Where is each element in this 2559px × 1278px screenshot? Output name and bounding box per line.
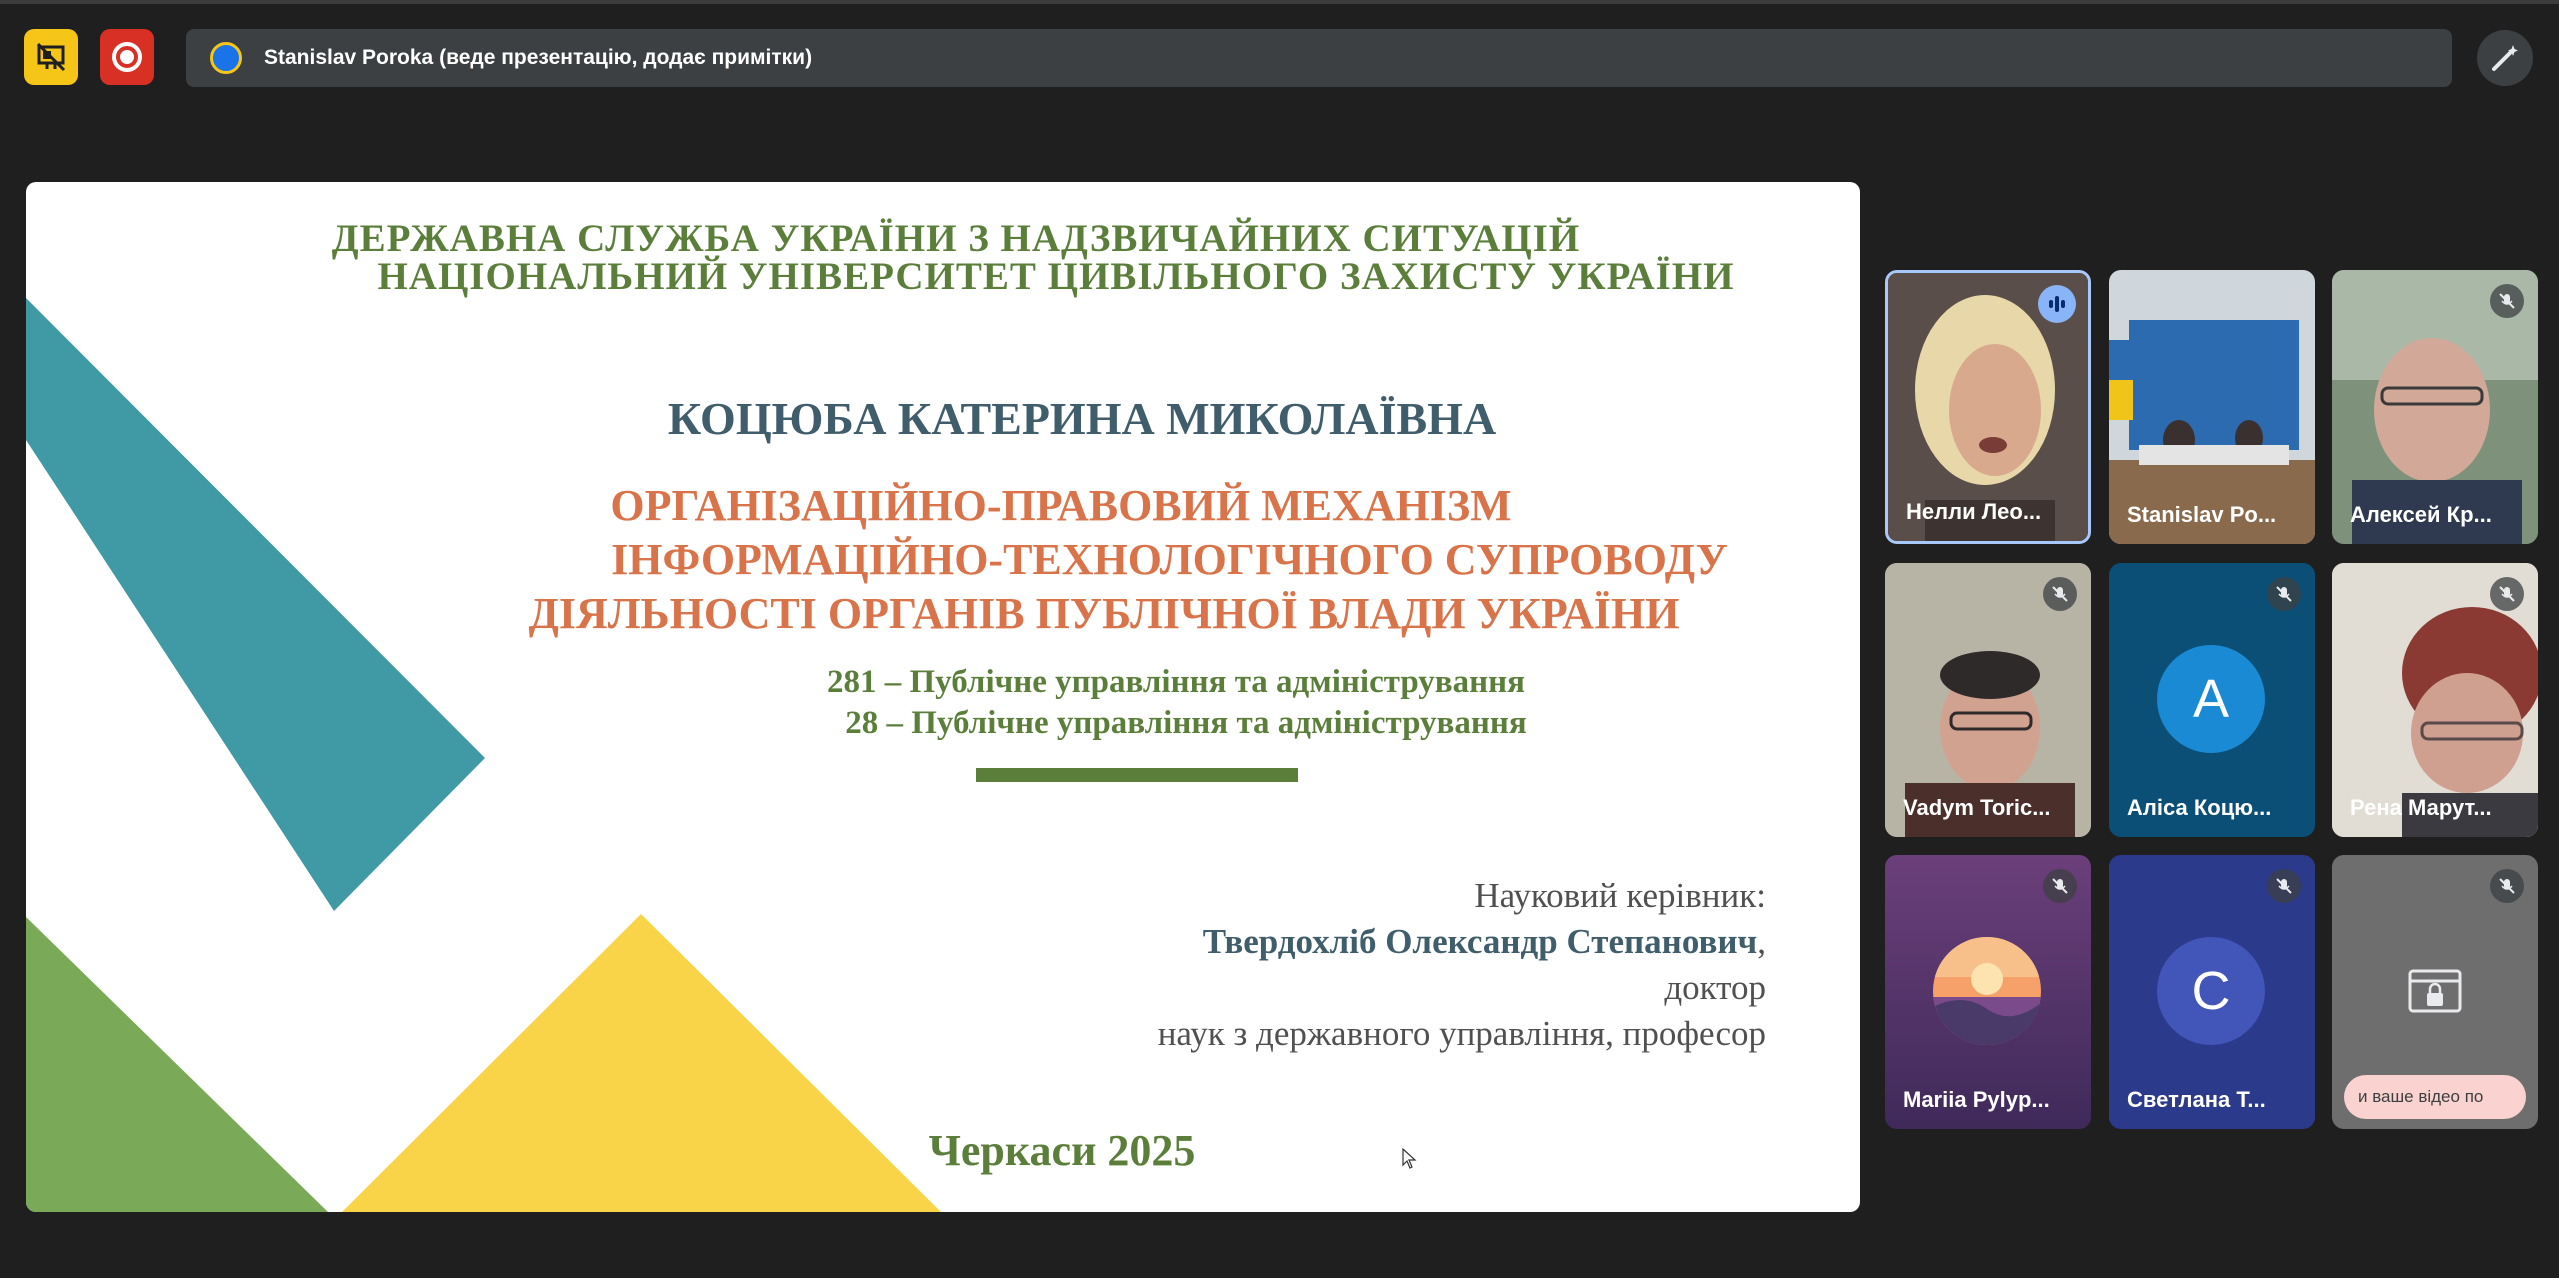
- recording-button[interactable]: [100, 29, 154, 85]
- participant-avatar-5: A: [2157, 645, 2265, 753]
- participant-avatar-8: C: [2157, 937, 2265, 1045]
- slide-divider: [976, 768, 1298, 782]
- participant-tile-2[interactable]: Stanislav Po...: [2109, 270, 2315, 544]
- supervisor-comma: ,: [1757, 922, 1766, 961]
- supervisor-name-text: Твердохліб Олександр Степанович: [1202, 922, 1758, 961]
- participant-name-5: Аліса Коцю...: [2127, 795, 2272, 820]
- slide-specialty-2: 28 – Публічне управління та адмініструва…: [845, 705, 1527, 741]
- mic-off-icon: [2267, 869, 2301, 903]
- supervisor-degree-1: доктор: [1664, 968, 1766, 1007]
- participant-name-2: Stanislav Po...: [2127, 502, 2277, 527]
- slide-specialty-1: 281 – Публічне управління та адмініструв…: [827, 664, 1525, 700]
- mic-off-icon: [2043, 577, 2077, 611]
- presenter-avatar-icon: [210, 42, 242, 74]
- annotate-button[interactable]: [2477, 30, 2533, 86]
- slide-thesis-line-2: ІНФОРМАЦІЙНО-ТЕХНОЛОГІЧНОГО СУПРОВОДУ: [611, 535, 1728, 584]
- participant-tile-8[interactable]: C Светлана Т...: [2109, 855, 2315, 1129]
- participant-name-6: Рена Марут...: [2350, 795, 2492, 820]
- participant-tile-5[interactable]: A Аліса Коцю...: [2109, 563, 2315, 837]
- participant-avatar-7: [1933, 937, 2041, 1045]
- participant-tile-self[interactable]: и ваше відео по: [2332, 855, 2538, 1129]
- camera-blocked-hint[interactable]: и ваше відео по: [2344, 1075, 2526, 1119]
- pen-sparkle-icon: [2492, 45, 2518, 71]
- mic-off-icon: [2490, 577, 2524, 611]
- supervisor-name: Твердохліб Олександр Степанович,: [1203, 922, 1766, 962]
- presenter-banner-text: Stanislav Poroka (веде презентацію, дода…: [264, 46, 813, 69]
- supervisor-label: Науковий керівник:: [1474, 876, 1766, 915]
- participant-tile-7[interactable]: Mariia Pylyp...: [1885, 855, 2091, 1129]
- participant-tile-6[interactable]: Рена Марут...: [2332, 563, 2538, 837]
- mic-off-icon: [2490, 869, 2524, 903]
- participant-tile-4[interactable]: Vadym Toric...: [1885, 563, 2091, 837]
- mic-off-icon: [2490, 284, 2524, 318]
- speaking-indicator-icon: [2038, 285, 2076, 323]
- presenter-banner: Stanislav Poroka (веде презентацію, дода…: [186, 29, 2452, 87]
- participant-tile-1[interactable]: Нелли Лео...: [1885, 270, 2091, 544]
- slide-city-year: Черкаси 2025: [928, 1126, 1196, 1175]
- stop-presenting-button[interactable]: [24, 29, 78, 85]
- record-icon: [112, 42, 142, 72]
- participant-tile-3[interactable]: Алексей Кр...: [2332, 270, 2538, 544]
- presentation-slide: ДЕРЖАВНА СЛУЖБА УКРАЇНИ З НАДЗВИЧАЙНИХ С…: [26, 182, 1860, 1212]
- slide-thesis-line-1: ОРГАНІЗАЦІЙНО-ПРАВОВИЙ МЕХАНІЗМ: [610, 481, 1512, 530]
- slide-thesis-line-3: ДІЯЛЬНОСТІ ОРГАНІВ ПУБЛІЧНОЇ ВЛАДИ УКРАЇ…: [528, 589, 1680, 638]
- participant-name-8: Светлана Т...: [2127, 1087, 2266, 1112]
- slide-author: КОЦЮБА КАТЕРИНА МИКОЛАЇВНА: [667, 393, 1497, 444]
- participant-name-3: Алексей Кр...: [2350, 502, 2492, 527]
- mic-off-icon: [2043, 869, 2077, 903]
- mouse-cursor-icon: [1402, 1148, 1417, 1169]
- presentation-off-icon: [36, 42, 66, 72]
- mic-off-icon: [2267, 577, 2301, 611]
- participant-name-1: Нелли Лео...: [1906, 499, 2042, 524]
- camera-blocked-icon: [2408, 969, 2462, 1013]
- slide-org-line-2: НАЦІОНАЛЬНИЙ УНІВЕРСИТЕТ ЦИВІЛЬНОГО ЗАХИ…: [377, 255, 1735, 298]
- participant-name-4: Vadym Toric...: [1903, 795, 2051, 820]
- participant-name-7: Mariia Pylyp...: [1903, 1087, 2050, 1112]
- meeting-topbar: Stanislav Poroka (веде презентацію, дода…: [0, 4, 2559, 114]
- supervisor-degree-2: наук з державного управління, професор: [1157, 1014, 1766, 1053]
